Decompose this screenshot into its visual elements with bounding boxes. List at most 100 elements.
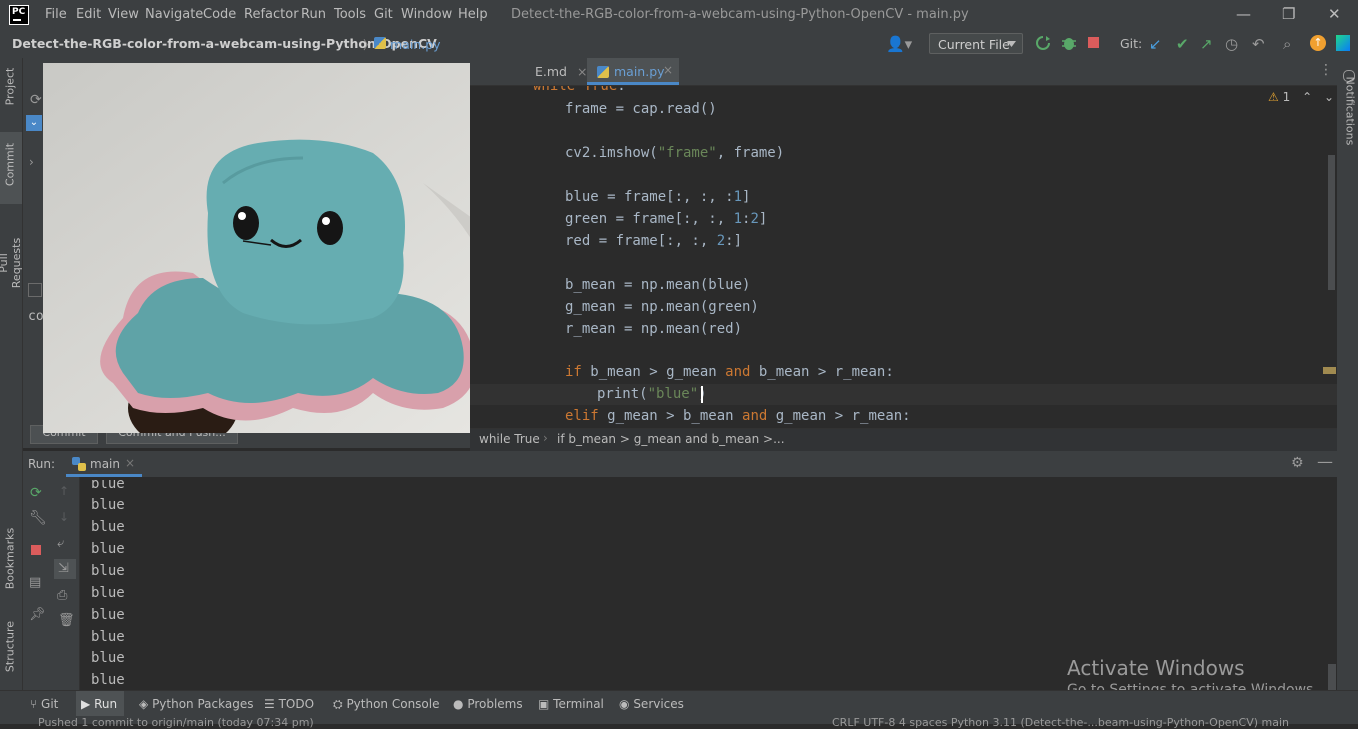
trash-icon[interactable]: 🗑︎ (58, 613, 75, 628)
console-line: blue (91, 629, 125, 645)
stripe-bookmarks[interactable]: Bookmarks (4, 527, 17, 591)
console-line: blue (91, 519, 125, 535)
menu-code[interactable]: Code (203, 7, 236, 22)
chevron-down-icon[interactable]: ⌄ (1324, 90, 1334, 104)
code-line-4: cv2.imshow("frame", frame) (565, 145, 785, 161)
history-clock-icon[interactable]: ◷ (1225, 35, 1238, 53)
stripe-project[interactable]: Project (4, 55, 17, 119)
breadcrumb-while[interactable]: while True (479, 432, 540, 446)
more-options-icon[interactable]: ⋮ (1319, 62, 1333, 78)
code-line-8: red = frame[:, :, 2:] (565, 233, 743, 249)
bottom-tab-terminal[interactable]: ▣ Terminal (538, 697, 604, 711)
expand-changes-icon[interactable]: ⌄ (26, 115, 42, 131)
git-update-icon[interactable]: ↙ (1149, 35, 1162, 53)
bottom-tab-run-label: Run (94, 697, 118, 711)
bottom-tab-todo-label: TODO (278, 697, 315, 711)
close-tab-icon[interactable]: × (125, 456, 135, 470)
menu-edit[interactable]: Edit (76, 7, 101, 22)
services-icon: ◉ (619, 697, 630, 711)
git-push-icon[interactable]: ↗ (1200, 35, 1213, 53)
chevron-right-icon[interactable]: › (29, 155, 34, 169)
menu-git[interactable]: Git (374, 7, 393, 22)
stripe-pull-requests[interactable]: Pull Requests (0, 231, 23, 295)
console-line: blue (91, 585, 125, 601)
update-available-icon[interactable]: ↑ (1310, 35, 1326, 51)
menu-navigate[interactable]: Navigate (145, 7, 203, 22)
stop-icon[interactable] (31, 545, 41, 555)
user-icon[interactable]: 👤▾ (886, 35, 912, 53)
git-label: Git: (1120, 36, 1143, 51)
chevron-up-icon[interactable]: ⌃ (1302, 90, 1312, 104)
error-stripe-marker[interactable] (1323, 367, 1336, 374)
bottom-tab-git[interactable]: ⑂ Git (30, 697, 58, 711)
breadcrumb-if[interactable]: if b_mean > g_mean and b_mean >... (557, 432, 785, 446)
console-line: blue (91, 563, 125, 579)
minimize-icon[interactable]: — (1236, 5, 1251, 23)
scroll-to-end-icon[interactable]: ⇲ (58, 561, 69, 576)
menu-run[interactable]: Run (301, 7, 326, 22)
menu-window[interactable]: Window (401, 7, 452, 22)
menu-tools[interactable]: Tools (334, 7, 366, 22)
stripe-notifications[interactable]: Notifications (1344, 77, 1357, 157)
rollback-icon[interactable]: ↶ (1252, 35, 1265, 53)
bottom-tab-terminal-label: Terminal (553, 697, 604, 711)
git-commit-check-icon[interactable]: ✔ (1176, 35, 1189, 53)
close-tab-icon[interactable]: × (663, 63, 673, 77)
stripe-commit[interactable]: Commit (4, 133, 17, 197)
refresh-icon[interactable]: ⟳ (30, 92, 42, 108)
scroll-down-icon[interactable]: ↓ (59, 510, 69, 524)
commit-message-text[interactable]: co (28, 309, 44, 324)
problems-icon: ● (453, 697, 464, 711)
hide-panel-icon[interactable]: — (1317, 452, 1333, 471)
list-icon: ☰ (264, 697, 275, 711)
restore-icon[interactable]: ❐ (1282, 5, 1295, 23)
print-icon[interactable]: ⎙ (57, 588, 67, 603)
bottom-tab-problems[interactable]: ● Problems (453, 697, 523, 711)
run-tab-label: main (90, 457, 120, 471)
wrench-icon[interactable]: 🔧︎ (29, 510, 47, 526)
search-icon[interactable]: ⌕ (1283, 35, 1291, 53)
console-line: blue (91, 541, 125, 557)
console-scrollbar-thumb[interactable] (1328, 664, 1336, 690)
bottom-tab-python-packages[interactable]: ◈ Python Packages (139, 697, 253, 711)
run-configuration-select[interactable]: Current File (929, 33, 1023, 54)
bottom-tab-services-label: Services (633, 697, 684, 711)
amend-checkbox[interactable] (28, 283, 42, 297)
webcam-frame-window (43, 63, 535, 433)
close-tab-icon[interactable]: × (577, 64, 587, 79)
stripe-structure[interactable]: Structure (4, 615, 17, 679)
pin-icon[interactable]: 📌︎ (29, 607, 46, 622)
editor-scrollbar-thumb[interactable] (1328, 155, 1335, 290)
code-line-6: blue = frame[:, :, :1] (565, 189, 751, 205)
menu-file[interactable]: File (45, 7, 67, 22)
stop-icon[interactable] (1088, 37, 1099, 48)
menu-refactor[interactable]: Refactor (244, 7, 299, 22)
menu-view[interactable]: View (108, 7, 139, 22)
bottom-tab-run[interactable]: ▶ Run (81, 697, 117, 711)
bottom-tab-todo[interactable]: ☰ TODO (264, 697, 314, 711)
tab-readme[interactable]: E.md × (535, 64, 587, 79)
rerun-icon[interactable] (1035, 35, 1051, 51)
bottom-tab-python-console-label: Python Console (346, 697, 440, 711)
console-line: blue (91, 672, 125, 688)
bottom-tab-python-console[interactable]: ⛭ Python Console (333, 697, 439, 712)
rerun-icon[interactable]: ⟳ (30, 485, 42, 501)
python-file-icon (374, 37, 386, 49)
soft-wrap-icon[interactable]: ⤶ (57, 536, 64, 551)
tab-readme-label: E.md (535, 64, 567, 79)
close-icon[interactable]: ✕ (1328, 5, 1341, 23)
scroll-up-icon[interactable]: ↑ (59, 484, 69, 498)
run-tab-main[interactable]: main × (66, 451, 142, 477)
window-title: Detect-the-RGB-color-from-a-webcam-using… (511, 7, 969, 22)
code-line-12: r_mean = np.mean(red) (565, 321, 743, 337)
bottom-tab-services[interactable]: ◉ Services (619, 697, 684, 711)
jetbrains-plugin-icon[interactable] (1336, 35, 1350, 51)
menu-help[interactable]: Help (458, 7, 488, 22)
inspection-widget[interactable]: ⚠ 1 ⌃ ⌄ (1268, 90, 1334, 104)
tab-main-py[interactable]: main.py × (587, 58, 679, 85)
debug-bug-icon[interactable] (1061, 35, 1077, 51)
layout-icon[interactable]: ▤ (29, 575, 41, 590)
breadcrumb-file[interactable]: main.py (390, 37, 441, 52)
status-indicators[interactable]: CRLF UTF-8 4 spaces Python 3.11 (Detect-… (832, 716, 1289, 729)
settings-gear-icon[interactable]: ⚙ (1291, 455, 1304, 471)
